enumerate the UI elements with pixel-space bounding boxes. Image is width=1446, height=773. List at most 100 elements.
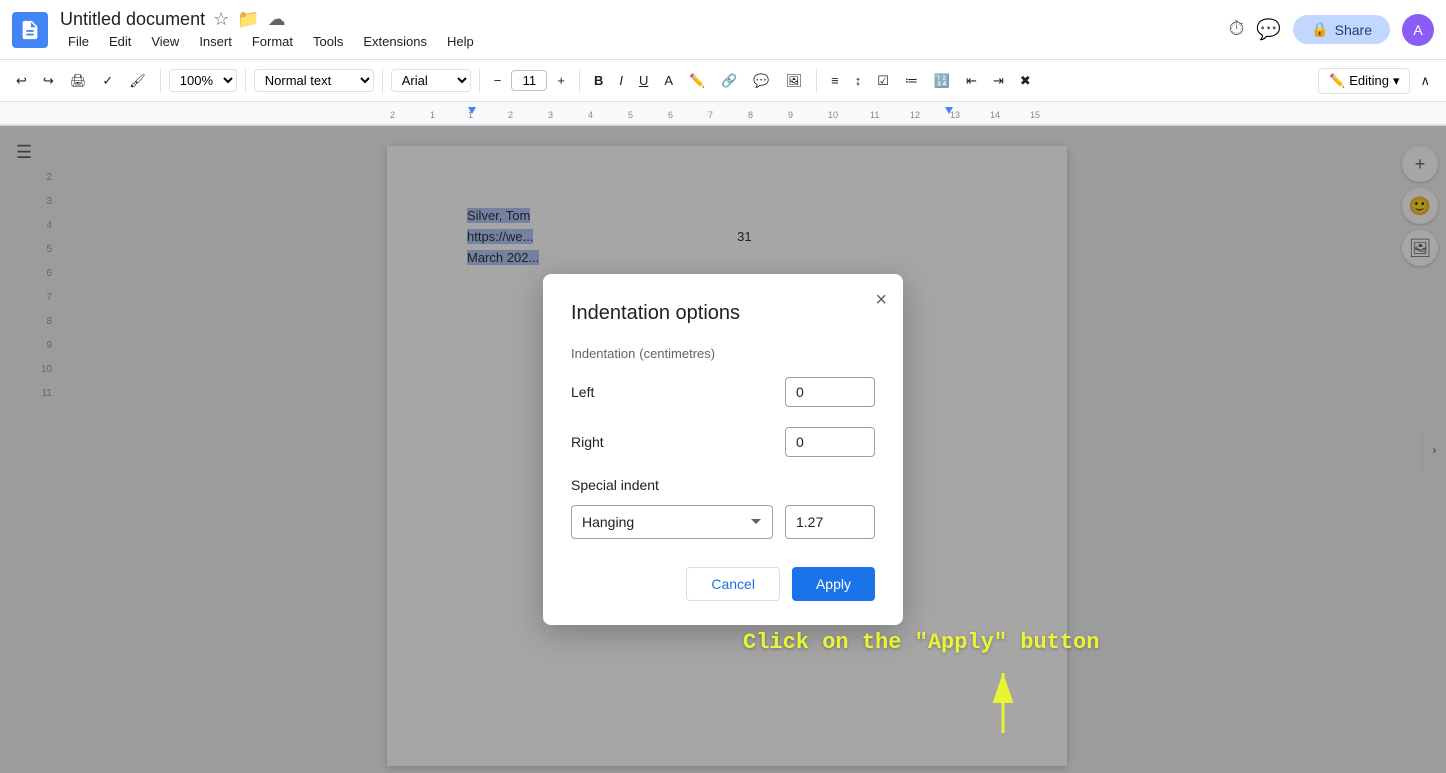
svg-text:13: 13 xyxy=(950,110,960,120)
close-button[interactable]: × xyxy=(875,290,887,310)
comment-icon[interactable]: 💬 xyxy=(1256,17,1281,42)
svg-text:6: 6 xyxy=(668,110,673,120)
menu-tools[interactable]: Tools xyxy=(305,32,351,51)
text-color-button[interactable]: A xyxy=(658,69,679,92)
toolbar-sep-2 xyxy=(245,69,246,93)
font-select[interactable]: Arial Times New Roman xyxy=(391,69,471,92)
redo-button[interactable]: ↪ xyxy=(37,69,60,93)
share-label: Share xyxy=(1335,22,1372,38)
svg-text:2: 2 xyxy=(390,110,395,120)
share-button[interactable]: 🔒 Share xyxy=(1293,15,1390,44)
spellcheck-button[interactable]: ✓ xyxy=(96,69,119,93)
top-bar: Untitled document ☆ 📁 ☁ File Edit View I… xyxy=(0,0,1446,60)
italic-button[interactable]: I xyxy=(613,69,629,92)
svg-text:8: 8 xyxy=(748,110,753,120)
history-icon[interactable]: ⏱ xyxy=(1229,18,1245,41)
svg-text:3: 3 xyxy=(548,110,553,120)
special-indent-label: Special indent xyxy=(571,477,875,493)
modal-title: Indentation options xyxy=(571,302,875,325)
zoom-select[interactable]: 100% 75% 125% 150% xyxy=(169,69,237,92)
paint-format-button[interactable]: 🖌 xyxy=(123,69,152,93)
underline-button[interactable]: U xyxy=(633,69,654,92)
lock-icon: 🔒 xyxy=(1311,21,1328,38)
undo-button[interactable]: ↩ xyxy=(10,69,33,93)
special-indent-value-input[interactable] xyxy=(785,505,875,539)
increase-font-button[interactable]: + xyxy=(551,69,571,92)
right-indent-row: Right xyxy=(571,427,875,457)
docs-logo xyxy=(12,12,48,48)
decrease-font-button[interactable]: − xyxy=(488,69,508,92)
clear-format-button[interactable]: ✖ xyxy=(1014,69,1037,93)
svg-text:2: 2 xyxy=(508,110,513,120)
menu-bar: File Edit View Insert Format Tools Exten… xyxy=(60,32,1229,51)
numbering-button[interactable]: 🔢 xyxy=(928,69,956,93)
bullets-button[interactable]: ≔ xyxy=(899,69,924,93)
svg-text:1: 1 xyxy=(430,110,435,120)
align-button[interactable]: ≡ xyxy=(825,69,845,92)
main-area: ☰ 2 3 4 5 6 7 8 9 10 11 Silver, Tom http… xyxy=(0,126,1446,773)
menu-insert[interactable]: Insert xyxy=(191,32,240,51)
link-button[interactable]: 🔗 xyxy=(715,69,743,93)
increase-indent-button[interactable]: ⇥ xyxy=(987,69,1010,93)
star-icon[interactable]: ☆ xyxy=(213,9,229,30)
right-indent-input[interactable] xyxy=(785,427,875,457)
line-spacing-button[interactable]: ↕ xyxy=(849,69,868,92)
collapse-toolbar-button[interactable]: ∧ xyxy=(1414,69,1436,93)
svg-text:4: 4 xyxy=(588,110,593,120)
left-indent-input[interactable] xyxy=(785,377,875,407)
toolbar-sep-1 xyxy=(160,69,161,93)
modal-overlay: × Indentation options Indentation (centi… xyxy=(0,126,1446,773)
menu-help[interactable]: Help xyxy=(439,32,482,51)
image-button[interactable]: 🖼 xyxy=(780,69,809,93)
svg-text:10: 10 xyxy=(828,110,838,120)
doc-title-icons: ☆ 📁 ☁ xyxy=(213,9,286,30)
toolbar-sep-4 xyxy=(479,69,480,93)
menu-extensions[interactable]: Extensions xyxy=(355,32,435,51)
right-label: Right xyxy=(571,434,604,450)
menu-edit[interactable]: Edit xyxy=(101,32,139,51)
left-label: Left xyxy=(571,384,594,400)
svg-text:12: 12 xyxy=(910,110,920,120)
menu-view[interactable]: View xyxy=(143,32,187,51)
toolbar-sep-5 xyxy=(579,69,580,93)
toolbar: ↩ ↪ 🖨 ✓ 🖌 100% 75% 125% 150% Normal text… xyxy=(0,60,1446,102)
font-size-input[interactable] xyxy=(511,70,547,91)
ruler: 2 1 1 2 3 4 5 6 7 8 9 10 11 12 13 14 15 xyxy=(0,102,1446,126)
modal-footer: Cancel Apply xyxy=(571,567,875,601)
menu-format[interactable]: Format xyxy=(244,32,301,51)
editing-mode-button[interactable]: ✏️ Editing ▾ xyxy=(1318,68,1410,94)
section-label: Indentation (centimetres) xyxy=(571,345,875,361)
checklist-button[interactable]: ☑ xyxy=(871,69,895,93)
highlight-button[interactable]: ✏️ xyxy=(683,69,711,93)
editing-label: Editing xyxy=(1349,73,1389,88)
svg-text:14: 14 xyxy=(990,110,1000,120)
cloud-icon[interactable]: ☁ xyxy=(268,9,286,30)
svg-text:15: 15 xyxy=(1030,110,1040,120)
special-indent-row: None First line Hanging xyxy=(571,505,875,539)
doc-title-area: Untitled document ☆ 📁 ☁ File Edit View I… xyxy=(60,9,1229,51)
bold-button[interactable]: B xyxy=(588,69,609,92)
section-unit-text: (centimetres) xyxy=(639,346,715,361)
chevron-down-icon: ▾ xyxy=(1393,73,1400,89)
toolbar-sep-3 xyxy=(382,69,383,93)
special-indent-select[interactable]: None First line Hanging xyxy=(571,505,773,539)
svg-text:9: 9 xyxy=(788,110,793,120)
svg-text:5: 5 xyxy=(628,110,633,120)
doc-title[interactable]: Untitled document xyxy=(60,9,205,30)
decrease-indent-button[interactable]: ⇤ xyxy=(960,69,983,93)
pencil-icon: ✏️ xyxy=(1329,73,1345,89)
top-right: ⏱ 💬 🔒 Share A xyxy=(1229,14,1434,46)
toolbar-sep-6 xyxy=(816,69,817,93)
left-indent-row: Left xyxy=(571,377,875,407)
svg-text:7: 7 xyxy=(708,110,713,120)
print-button[interactable]: 🖨 xyxy=(64,69,93,93)
section-label-text: Indentation xyxy=(571,346,635,361)
folder-icon[interactable]: 📁 xyxy=(237,9,259,30)
comment-button[interactable]: 💬 xyxy=(747,69,775,93)
style-select[interactable]: Normal text Heading 1 Heading 2 xyxy=(254,69,374,92)
menu-file[interactable]: File xyxy=(60,32,97,51)
apply-button[interactable]: Apply xyxy=(792,567,875,601)
cancel-button[interactable]: Cancel xyxy=(686,567,780,601)
avatar[interactable]: A xyxy=(1402,14,1434,46)
indentation-dialog: × Indentation options Indentation (centi… xyxy=(543,274,903,625)
